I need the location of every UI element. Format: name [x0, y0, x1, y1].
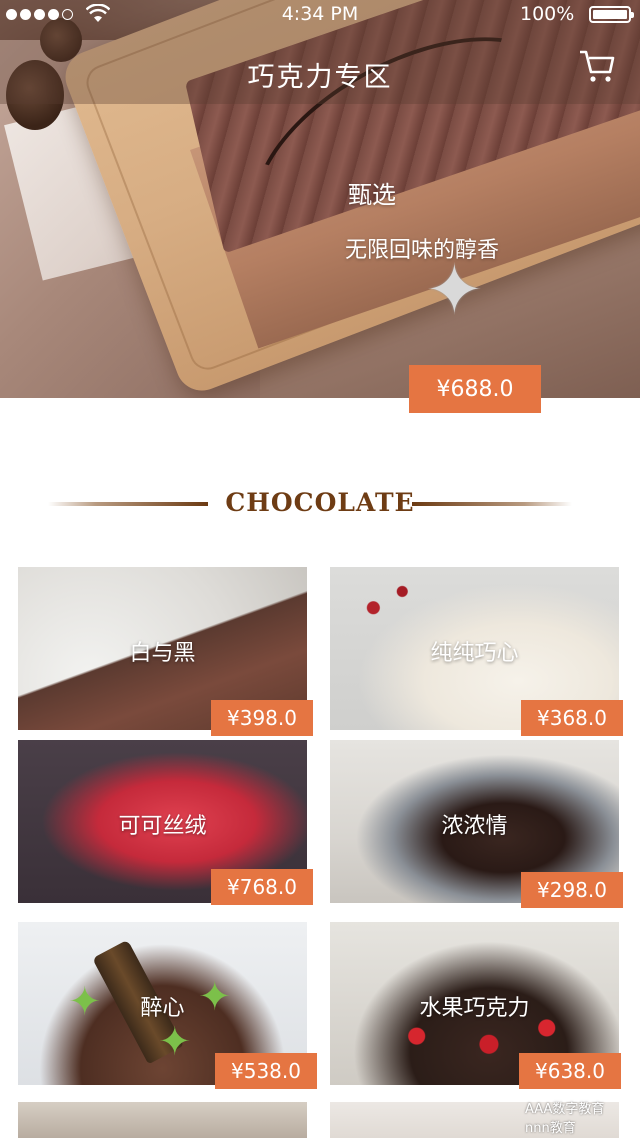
watermark-text: AAA数字教育 — [525, 1102, 605, 1117]
product-image — [18, 1102, 307, 1138]
product-name: 醉心 — [140, 996, 185, 1021]
battery-icon — [589, 6, 634, 23]
product-price-tag[interactable]: ¥538.0 — [215, 1053, 317, 1089]
cart-icon[interactable] — [578, 48, 616, 84]
heading-divider-right — [412, 502, 572, 506]
product-name: 浓浓情 — [441, 814, 508, 839]
product-name: 水果巧克力 — [419, 996, 530, 1021]
product-price-tag[interactable]: ¥298.0 — [521, 872, 623, 908]
product-name: 可可丝绒 — [118, 814, 207, 839]
status-bar: 4:34 PM 100% — [0, 0, 640, 30]
star-fruit-decoration: ✦ — [158, 1019, 192, 1065]
product-price-tag[interactable]: ¥768.0 — [211, 869, 313, 905]
battery-percentage: 100% — [520, 3, 575, 25]
product-name: 白与黑 — [129, 641, 196, 666]
product-price-tag[interactable]: ¥638.0 — [519, 1053, 621, 1089]
product-name: 纯纯巧心 — [430, 641, 519, 666]
silver-leaf-decoration: ✦ — [425, 249, 484, 331]
section-heading: CHOCOLATE — [0, 483, 640, 527]
hero-subtitle: 无限回味的醇香 — [345, 238, 500, 263]
product-price-tag[interactable]: ¥368.0 — [521, 700, 623, 736]
product-card[interactable] — [18, 1102, 307, 1138]
hero-banner[interactable]: ✦ 4:34 PM 100% 巧克力专区 甄选 无限回味的醇香 — [0, 0, 640, 398]
hero-price-tag[interactable]: ¥688.0 — [409, 365, 541, 413]
hero-title: 甄选 — [348, 181, 396, 209]
page-title: 巧克力专区 — [247, 62, 393, 93]
product-price-tag[interactable]: ¥398.0 — [211, 700, 313, 736]
watermark-subtext: nnn教育 — [525, 1121, 576, 1136]
